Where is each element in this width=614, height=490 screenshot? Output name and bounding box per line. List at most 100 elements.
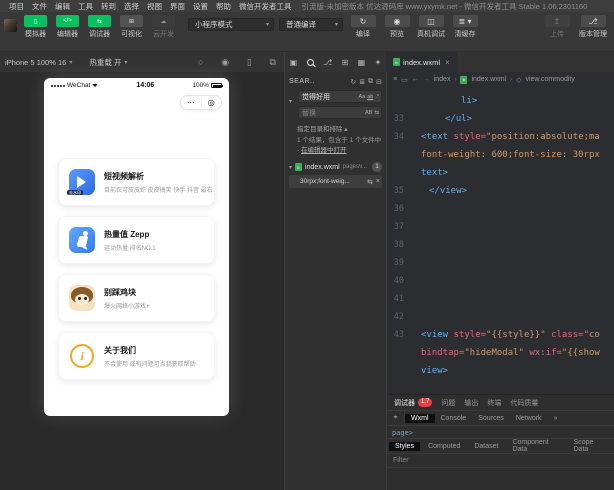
- action-compile-icon[interactable]: ↻编译: [348, 15, 378, 39]
- menu-item-微信开发者工具[interactable]: 微信开发者工具: [235, 2, 296, 11]
- menu-item-项目[interactable]: 项目: [5, 2, 28, 11]
- style-tab-computed[interactable]: Computed: [422, 442, 466, 451]
- card-info-icon[interactable]: i关于我们不会使用 或有问题可点我获取帮助: [58, 332, 215, 380]
- hot-reload-toggle[interactable]: 热重载 开: [89, 57, 121, 68]
- forward-icon[interactable]: →: [423, 76, 430, 83]
- git-branch-icon[interactable]: ⎇: [323, 58, 332, 67]
- error-count-badge: 1.7: [418, 398, 432, 407]
- compile-icon: ↻: [351, 15, 376, 27]
- phone-screen[interactable]: WeChat 14:06 100% ⋯ ◎ 去水印短视频解析目前仅可皮皮虾 皮皮…: [44, 78, 229, 416]
- replace-icon[interactable]: ⇆: [367, 178, 373, 186]
- menu-item-文件[interactable]: 文件: [28, 2, 51, 11]
- open-in-editor-link[interactable]: 在编辑器中打开: [301, 147, 347, 154]
- menu-item-选择[interactable]: 选择: [120, 2, 143, 11]
- tool-cloud-icon[interactable]: ☁云开发: [150, 15, 177, 39]
- back-icon[interactable]: ←: [412, 76, 419, 83]
- tool-visual-icon[interactable]: ⊞可视化: [118, 15, 145, 39]
- card-game-mascot-icon[interactable]: 别踩鸡块爆火网络小游戏+: [58, 274, 215, 322]
- compile-select[interactable]: 普通编译 ▾: [279, 18, 343, 31]
- card-subtitle: 目前仅可皮皮虾 皮皮搞笑 快手 抖音 最右: [104, 185, 213, 194]
- mode-select[interactable]: 小程序模式 ▾: [188, 18, 274, 31]
- menu-icon[interactable]: ≡: [393, 76, 397, 83]
- simulator-panel: WeChat 14:06 100% ⋯ ◎ 去水印短视频解析目前仅可皮皮虾 皮皮…: [0, 72, 284, 490]
- menu-item-设置[interactable]: 设置: [189, 2, 212, 11]
- menu-item-帮助[interactable]: 帮助: [212, 2, 235, 11]
- devtools-tab-»[interactable]: »: [548, 414, 564, 423]
- code-editor[interactable]: li>33</ul>34<text style="position:absolu…: [387, 87, 614, 394]
- style-tab-scope-data[interactable]: Scope Data: [568, 438, 613, 454]
- screenshot-icon[interactable]: ○: [198, 57, 203, 67]
- files-icon[interactable]: ▣: [290, 58, 298, 67]
- replace-all-icon[interactable]: ⇆: [374, 110, 379, 116]
- preserve-case-icon[interactable]: AB: [365, 110, 372, 116]
- extensions-icon[interactable]: ⊞: [342, 58, 349, 67]
- crumb-file[interactable]: index.wxml: [471, 76, 506, 83]
- tab-index-wxml[interactable]: b index.wxml ×: [386, 52, 457, 72]
- action-device-debug-icon[interactable]: ◫真机调试: [416, 15, 446, 39]
- code-line: li>: [387, 92, 614, 110]
- devtools-tab-Network[interactable]: Network: [510, 414, 548, 423]
- dismiss-icon[interactable]: ×: [376, 178, 380, 185]
- tool-debugger-icon[interactable]: ⇆调试器: [86, 15, 113, 39]
- multi-window-icon[interactable]: ⧉: [270, 57, 276, 68]
- debugger-tab-代码质量[interactable]: 代码质量: [510, 398, 538, 408]
- wxml-element-snippet[interactable]: page>: [387, 426, 614, 438]
- result-file-row[interactable]: ▾ b index.wxml pages\i... 1: [289, 160, 382, 174]
- devtools-tab-Console[interactable]: Console: [435, 414, 473, 423]
- whole-word-icon[interactable]: ab: [367, 94, 373, 100]
- expand-results-icon[interactable]: ≣: [359, 78, 365, 86]
- chevron-down-icon: ▾: [266, 21, 269, 28]
- more-button[interactable]: ⋯: [181, 96, 201, 109]
- search-icon[interactable]: [307, 59, 314, 66]
- pin-icon[interactable]: ▭: [401, 76, 408, 84]
- card-runner-icon[interactable]: 热量值 Zepp运动热量 排名NO.1: [58, 216, 215, 264]
- close-icon[interactable]: ×: [445, 58, 450, 67]
- inspect-element-icon[interactable]: ⌖: [387, 410, 405, 426]
- toggle-replace-icon[interactable]: ▾: [289, 90, 296, 119]
- refresh-icon[interactable]: ↻: [350, 78, 356, 86]
- debugger-tab-调试器[interactable]: 调试器1.7: [394, 398, 432, 408]
- crumb-folder[interactable]: index: [434, 76, 451, 83]
- debugger-tab-输出[interactable]: 输出: [464, 398, 478, 408]
- card-video-parse-icon[interactable]: 去水印短视频解析目前仅可皮皮虾 皮皮搞笑 快手 抖音 最右: [58, 158, 215, 206]
- style-tab-dataset[interactable]: Dataset: [468, 442, 504, 451]
- replace-input[interactable]: 替换 AB ⇆: [298, 106, 382, 119]
- devtools-tab-Sources[interactable]: Sources: [472, 414, 510, 423]
- menu-item-视图[interactable]: 视图: [143, 2, 166, 11]
- devtools-tab-Wxml[interactable]: Wxml: [405, 414, 435, 423]
- menu-item-编辑[interactable]: 编辑: [51, 2, 74, 11]
- tool-editor-icon[interactable]: </>编辑器: [54, 15, 81, 39]
- style-tab-styles[interactable]: Styles: [389, 442, 420, 451]
- code-text: <text style="position:absolute;ma: [413, 132, 600, 142]
- user-avatar[interactable]: [4, 19, 17, 32]
- menu-item-转到[interactable]: 转到: [97, 2, 120, 11]
- debugger-tab-终端[interactable]: 终端: [487, 398, 501, 408]
- action-label: 版本管理: [579, 29, 607, 39]
- open-new-icon[interactable]: ⧉: [368, 78, 373, 86]
- style-tab-component-data[interactable]: Component Data: [506, 438, 565, 454]
- action-clear-cache-icon[interactable]: ≣ ▾清缓存: [450, 15, 480, 39]
- match-case-icon[interactable]: Aa: [358, 94, 365, 100]
- menu-item-工具[interactable]: 工具: [74, 2, 97, 11]
- action-preview-icon[interactable]: ◉预览: [382, 15, 412, 39]
- tool-simulator-icon[interactable]: ▯模拟器: [22, 15, 49, 39]
- action-version-control-icon[interactable]: ⎇版本管理: [578, 15, 608, 39]
- record-icon[interactable]: ◉: [221, 57, 229, 68]
- debugger-tab-问题[interactable]: 问题: [441, 398, 455, 408]
- device-selector[interactable]: iPhone 5 100% 16: [5, 58, 66, 67]
- code-text: <view style="{{style}}" class="co: [413, 330, 600, 340]
- menu-item-界面[interactable]: 界面: [166, 2, 189, 11]
- search-input[interactable]: 觉得好用 Aa ab .*: [298, 90, 382, 103]
- regex-icon[interactable]: .*: [375, 94, 379, 100]
- device-icon[interactable]: ▯: [247, 57, 252, 68]
- home-button[interactable]: ◎: [202, 96, 222, 109]
- carrier-label: WeChat: [67, 82, 90, 89]
- crumb-symbol[interactable]: view.commodity: [525, 76, 574, 83]
- dirs-toggle[interactable]: 指定目录和排除 ▴: [297, 123, 382, 133]
- runner-icon: [69, 227, 95, 253]
- image-icon[interactable]: ▦: [358, 58, 366, 67]
- pointer-icon[interactable]: ✦: [375, 58, 382, 67]
- style-filter-input[interactable]: Filter: [387, 454, 614, 468]
- result-match-row[interactable]: 30rpx;font-weig... ⇆ ×: [289, 175, 382, 188]
- collapse-all-icon[interactable]: ⊟: [376, 78, 382, 86]
